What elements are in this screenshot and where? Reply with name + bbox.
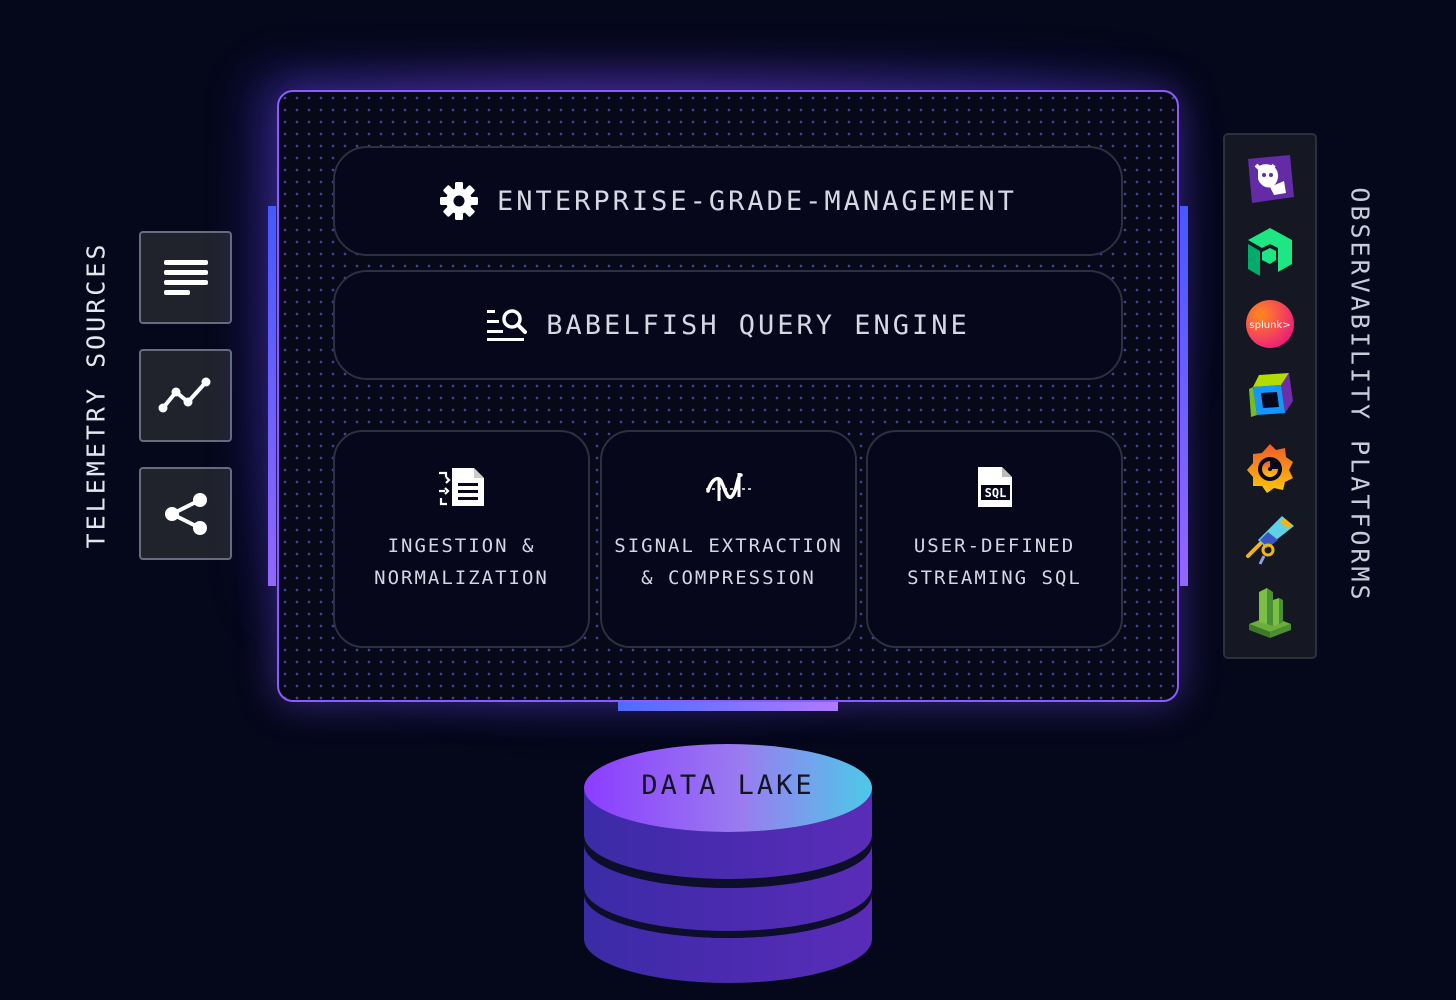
metrics-line-chart-icon xyxy=(158,377,210,412)
logs-lines-icon xyxy=(163,259,208,295)
grafana-logo-icon xyxy=(1247,444,1293,493)
sql-icon-text: SQL xyxy=(984,486,1006,500)
newrelic-logo-icon xyxy=(1248,228,1292,276)
datadog-logo-icon xyxy=(1248,155,1294,203)
streaming-sql-module-card[interactable]: SQL USER-DEFINED STREAMING SQL xyxy=(866,430,1123,648)
jaeger-telescope-logo-icon xyxy=(1246,516,1294,565)
splunk-logo-text: splunk> xyxy=(1249,320,1290,331)
sql-label-line2: STREAMING SQL xyxy=(907,567,1082,589)
signal-label-line1: SIGNAL EXTRACTION xyxy=(614,535,843,557)
ingestion-label-line1: INGESTION & xyxy=(387,535,536,557)
cloudwatch-logo-icon xyxy=(1249,588,1291,638)
ingest-document-icon xyxy=(438,468,484,506)
query-engine-label: BABELFISH QUERY ENGINE xyxy=(546,309,970,341)
datadog-logo[interactable] xyxy=(1244,153,1296,205)
ingestion-module-card[interactable]: INGESTION & NORMALIZATION xyxy=(333,430,590,648)
newrelic-logo[interactable] xyxy=(1244,226,1296,278)
cloudwatch-logo[interactable] xyxy=(1244,586,1296,638)
jaeger-logo[interactable] xyxy=(1244,514,1296,566)
enterprise-management-label: ENTERPRISE-GRADE-MANAGEMENT xyxy=(497,185,1017,217)
signal-wave-icon xyxy=(705,473,752,501)
telemetry-sources-title: TELEMETRY SOURCES xyxy=(81,241,111,549)
enterprise-management-layer[interactable]: ENTERPRISE-GRADE-MANAGEMENT xyxy=(333,146,1123,256)
source-metrics-button[interactable] xyxy=(139,349,232,442)
splunk-logo[interactable]: splunk> xyxy=(1244,298,1296,350)
search-list-icon xyxy=(487,309,528,341)
left-accent-bar xyxy=(268,206,276,586)
signal-label-line2: & COMPRESSION xyxy=(641,567,816,589)
grafana-logo[interactable] xyxy=(1244,442,1296,494)
gear-icon xyxy=(440,182,479,220)
bottom-connector-bar xyxy=(618,702,838,711)
sql-label-line1: USER-DEFINED xyxy=(913,535,1076,557)
dynatrace-cube-logo-icon xyxy=(1249,373,1293,417)
right-accent-bar xyxy=(1180,206,1188,586)
query-engine-layer[interactable]: BABELFISH QUERY ENGINE xyxy=(333,270,1123,380)
dynatrace-logo[interactable] xyxy=(1244,370,1296,422)
data-lake-label: DATA LAKE xyxy=(641,770,815,801)
source-traces-button[interactable] xyxy=(139,467,232,560)
source-logs-button[interactable] xyxy=(139,231,232,324)
ingestion-label-line2: NORMALIZATION xyxy=(374,567,549,589)
observability-platforms-title: OBSERVABILITY PLATFORMS xyxy=(1345,187,1375,603)
traces-share-icon xyxy=(164,492,207,535)
splunk-logo-icon: splunk> xyxy=(1246,300,1294,348)
signal-extraction-module-card[interactable]: SIGNAL EXTRACTION & COMPRESSION xyxy=(600,430,857,648)
sql-file-icon: SQL xyxy=(977,467,1012,507)
